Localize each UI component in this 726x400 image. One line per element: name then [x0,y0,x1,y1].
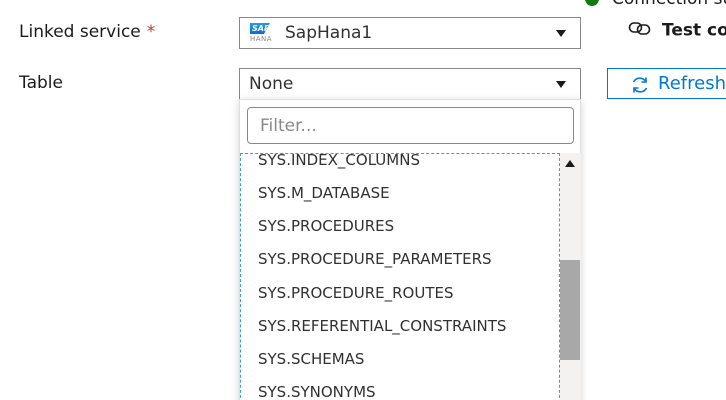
test-connection-label: Test co [662,20,726,41]
dataset-connection-panel: Connection su Linked service* SAP HANA S… [0,0,726,400]
test-connection-button[interactable]: Test co [628,20,726,41]
filter-input[interactable] [247,107,574,144]
connection-status-text: Connection su [612,0,726,9]
scroll-up-icon[interactable] [565,160,575,167]
list-scrollbar[interactable] [560,153,581,400]
link-icon [628,20,652,41]
chevron-down-icon [556,81,566,88]
list-item[interactable]: SYS.SYNONYMS [258,383,376,400]
list-item[interactable]: SYS.PROCEDURES [258,217,394,235]
list-item[interactable]: SYS.M_DATABASE [258,184,390,202]
list-item[interactable]: SYS.SCHEMAS [258,350,364,368]
table-dropdown-panel: SYS.INDEX_COLUMNS SYS.M_DATABASE SYS.PRO… [239,99,581,400]
table-options-list[interactable]: SYS.INDEX_COLUMNS SYS.M_DATABASE SYS.PRO… [240,153,560,400]
linked-service-value: SapHana1 [285,23,373,43]
list-item[interactable]: SYS.PROCEDURE_PARAMETERS [258,250,492,268]
list-item[interactable]: SYS.REFERENTIAL_CONSTRAINTS [258,317,506,335]
table-select[interactable]: None [239,68,581,100]
refresh-label: Refresh [658,73,726,94]
chevron-down-icon [556,30,566,37]
scrollbar-thumb[interactable] [560,260,580,360]
list-item[interactable]: SYS.PROCEDURE_ROUTES [258,284,454,302]
refresh-button[interactable]: Refresh [607,68,726,99]
connection-success-icon [585,0,599,6]
refresh-icon [630,75,650,104]
required-mark: * [146,22,156,42]
linked-service-label-text: Linked service [19,22,141,42]
list-item[interactable]: SYS.INDEX_COLUMNS [258,154,420,169]
table-value: None [249,74,294,94]
linked-service-label: Linked service * [19,22,155,42]
linked-service-select[interactable]: SAP HANA SapHana1 [239,17,581,49]
table-label: Table [19,73,63,93]
sap-hana-icon: SAP HANA [250,23,273,43]
